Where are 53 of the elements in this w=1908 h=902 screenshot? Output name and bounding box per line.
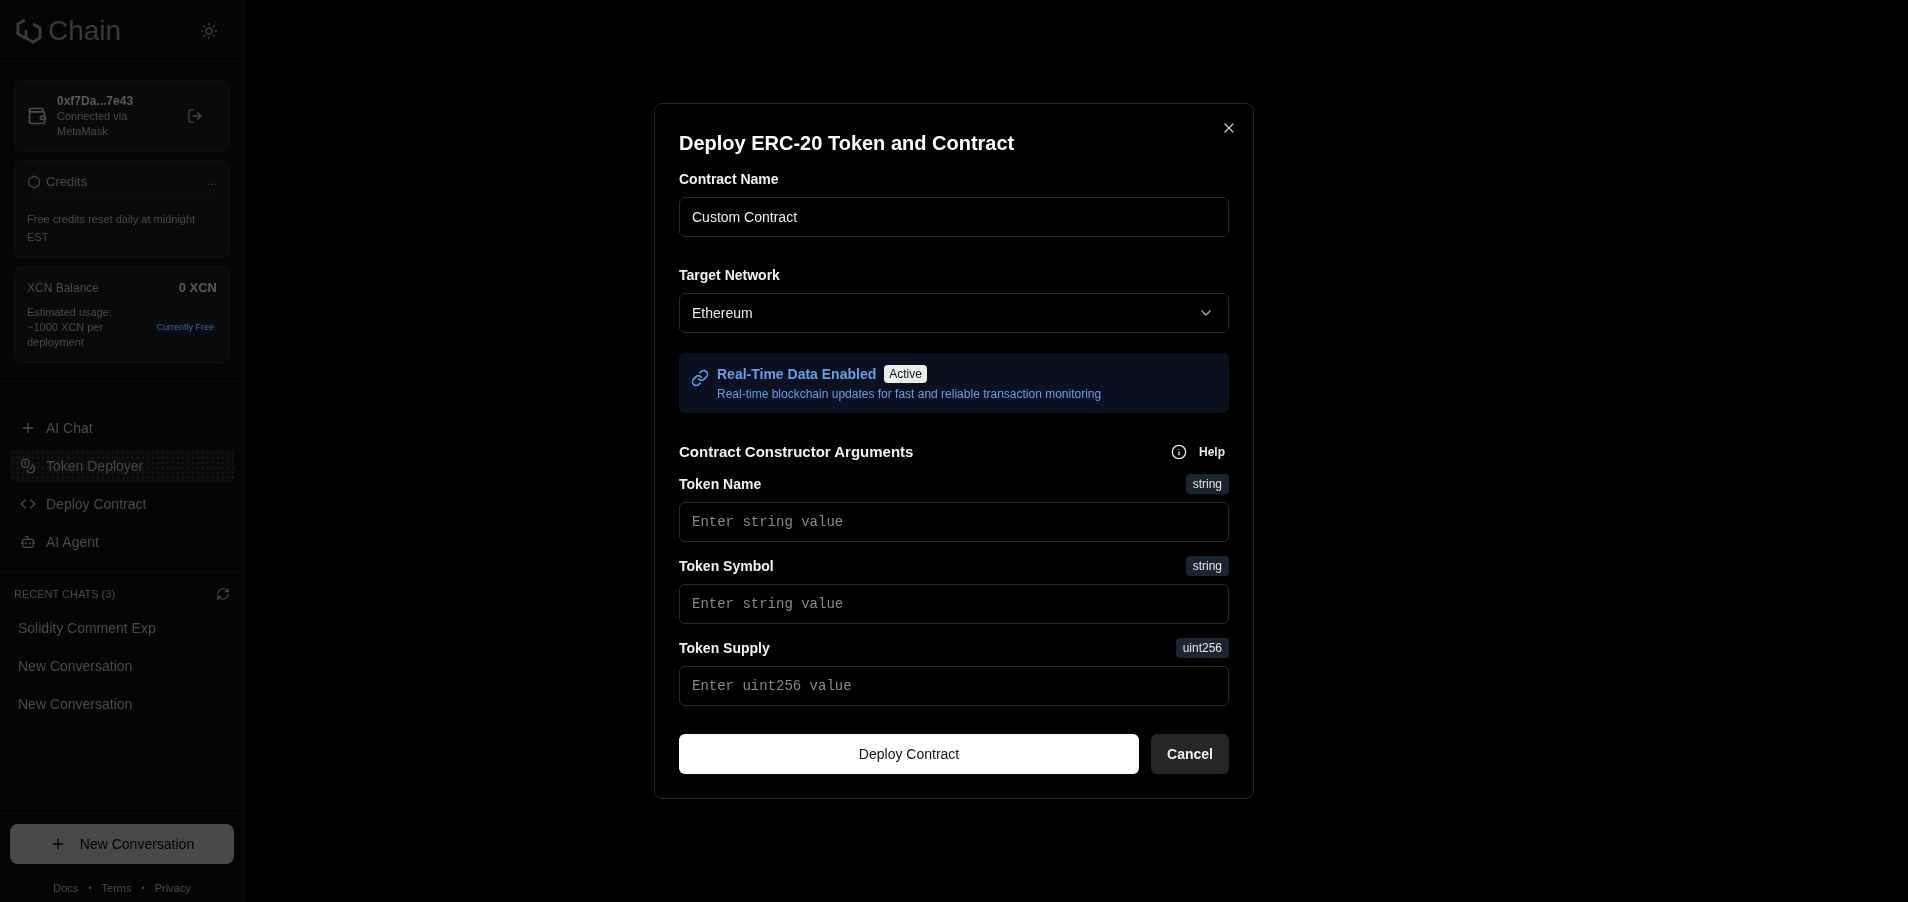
nav-item[interactable]: Deploy Contract — [10, 487, 234, 520]
chat-item[interactable]: New Conversation — [0, 647, 244, 686]
credits-note: Free credits reset daily at midnight EST — [27, 213, 196, 244]
nav-item[interactable]: Token Deployer — [10, 449, 234, 482]
new-conversation-button[interactable]: New Conversation — [10, 823, 234, 864]
chat-item[interactable]: Solidity Comment Exp — [0, 609, 244, 648]
refresh-icon[interactable] — [216, 586, 230, 601]
dialog-title: Deploy ERC-20 Token and Contract — [679, 132, 1016, 155]
cancel-button[interactable]: Cancel — [1151, 734, 1229, 774]
separator-dot: • — [141, 881, 145, 894]
field-label: Target Network — [679, 267, 781, 283]
field-label: Contract Name — [679, 171, 780, 187]
banner-title: Real-Time Data Enabled — [717, 366, 877, 382]
nav-item[interactable]: AI Chat — [10, 411, 234, 444]
usage-text: Estimated usage: ~1000 XCN per deployment — [27, 304, 113, 350]
hexagon-icon — [27, 174, 41, 189]
field-label: Token Name — [679, 476, 762, 492]
wallet-status: Connected via MetaMask — [57, 109, 129, 139]
section-heading: Contract Constructor Arguments — [679, 443, 914, 460]
argument-field[interactable]: Enter string value — [679, 502, 1229, 542]
link-icon — [691, 369, 709, 387]
deploy-button[interactable]: Deploy Contract — [679, 734, 1140, 774]
chat-item[interactable]: New Conversation — [0, 685, 244, 724]
contract-name-field[interactable]: Custom Contract — [679, 197, 1229, 237]
recent-chats-heading: RECENT CHATS (3) — [14, 586, 116, 602]
argument-field[interactable]: Enter uint256 value — [679, 666, 1229, 706]
separator-dot: • — [88, 881, 92, 894]
type-tag: string — [1185, 474, 1229, 494]
info-icon — [1171, 443, 1187, 460]
free-badge: Currently Free — [153, 319, 217, 336]
balance-label: XCN Balance — [27, 280, 100, 297]
logout-icon[interactable] — [187, 107, 203, 124]
more-menu[interactable]: ... — [207, 174, 217, 190]
argument-field[interactable]: Enter string value — [679, 584, 1229, 624]
wallet-address: 0xf7Da...7e43 — [57, 93, 135, 110]
robot-icon — [20, 533, 36, 550]
type-tag: string — [1185, 556, 1229, 576]
balance-value: 0 XCN — [178, 279, 217, 297]
banner-text: Real-time blockchain updates for fast and reliable transaction monitoring — [717, 387, 1102, 401]
theme-toggle-icon[interactable] — [200, 21, 218, 40]
footer-link[interactable]: Privacy — [154, 881, 191, 894]
network-select[interactable]: Ethereum — [679, 293, 1229, 333]
footer-link[interactable]: Docs — [53, 881, 79, 894]
status-badge: Active — [884, 365, 927, 383]
type-tag: uint256 — [1175, 638, 1229, 658]
nav-item[interactable]: AI Agent — [10, 525, 234, 558]
field-label: Token Supply — [679, 640, 770, 656]
field-label: Token Symbol — [679, 558, 774, 574]
credits-title: Credits — [46, 172, 88, 191]
footer-link[interactable]: Terms — [101, 881, 132, 894]
coins-icon — [20, 457, 36, 474]
wallet-icon — [27, 105, 47, 126]
help-button[interactable]: Help — [1167, 443, 1229, 460]
